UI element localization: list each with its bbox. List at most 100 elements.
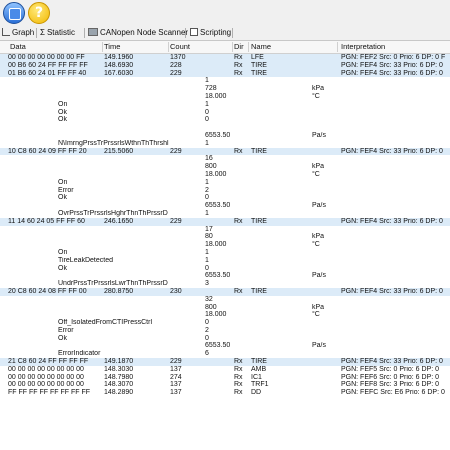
signal-row[interactable]: 6553.50 Pa/s: [0, 272, 450, 280]
data-cell: 00 B6 60 24 FF FF FF FF: [8, 61, 88, 69]
signal-row[interactable]: 6553.50 Pa/s: [0, 342, 450, 350]
signal-row[interactable]: Ok 0: [0, 335, 450, 343]
signal-value: 0: [205, 108, 209, 116]
signal-row[interactable]: 728 kPa: [0, 85, 450, 93]
signal-row[interactable]: N\ImrngPrssTrPrssrlsWthnThThrshl 1: [0, 140, 450, 148]
signal-row[interactable]: On 1: [0, 101, 450, 109]
signal-row[interactable]: 18.000 °C: [0, 311, 450, 319]
message-row[interactable]: 00 00 00 00 00 00 00 00 148.3070 137 Rx TRF1…: [0, 381, 450, 389]
signal-label: N\ImrngPrssTrPrssrlsWthnThThrshl: [58, 139, 169, 147]
signal-label: OvrPrssTrPrssrlsHghrThnThPrssrD: [58, 209, 168, 217]
signal-row[interactable]: Ok 0: [0, 109, 450, 117]
signal-row[interactable]: Off_IsolatedFromCTIPressCtrl 0: [0, 319, 450, 327]
signal-label: Ok: [58, 334, 67, 342]
count-cell: 230: [170, 287, 182, 295]
dir-cell: Rx: [234, 287, 243, 295]
message-list[interactable]: 00 00 00 00 00 00 00 FF 149.1960 1370 Rx LFE…: [0, 54, 450, 397]
sigma-icon: Σ: [40, 28, 45, 37]
data-cell: 00 00 00 00 00 00 00 00: [8, 373, 84, 381]
signal-row[interactable]: ErrorIndicator 6: [0, 350, 450, 358]
message-row[interactable]: 00 B6 60 24 FF FF FF FF 148.6930 228 Rx TIRE…: [0, 61, 450, 70]
signal-unit: Pa/s: [312, 272, 327, 280]
message-row[interactable]: 00 00 00 00 00 00 00 00 148.3030 137 Rx AMB P…: [0, 366, 450, 374]
signal-value: 1: [205, 77, 209, 85]
signal-row[interactable]: 32: [0, 296, 450, 304]
count-cell: 137: [170, 381, 182, 389]
signal-row[interactable]: UndrPrssTrPrssrlsLwrThnThPrssrD 3: [0, 280, 450, 288]
signal-row[interactable]: On 1: [0, 179, 450, 187]
signal-row[interactable]: 16: [0, 155, 450, 163]
signal-row[interactable]: OvrPrssTrPrssrlsHghrThnThPrssrD 1: [0, 210, 450, 218]
signal-value: 17: [205, 225, 213, 233]
signal-row[interactable]: Error 2: [0, 327, 450, 335]
column-count[interactable]: Count: [170, 41, 190, 53]
column-name[interactable]: Name: [251, 41, 271, 53]
signal-row[interactable]: 6553.50 Pa/s: [0, 132, 450, 140]
message-row[interactable]: 10 C8 60 24 09 FF FF 20 215.5060 229 Rx TIRE…: [0, 147, 450, 156]
signal-row[interactable]: 17: [0, 226, 450, 234]
signal-row[interactable]: Ok 0: [0, 194, 450, 202]
signal-row[interactable]: [0, 124, 450, 132]
time-cell: 215.5060: [104, 147, 134, 155]
column-interpretation[interactable]: Interpretation: [341, 41, 385, 53]
time-cell: 148.3070: [104, 381, 134, 389]
signal-row[interactable]: 800 kPa: [0, 304, 450, 312]
graph-icon: [2, 28, 10, 36]
interpretation-cell: PGN: FEF2 Src: 0 Prio: 6 DP: 0 F: [341, 54, 446, 61]
interpretation-cell: PGN: FEFC Src: E6 Prio: 6 DP: 0: [341, 389, 445, 397]
name-cell: IC1: [251, 373, 262, 381]
signal-label: On: [58, 248, 68, 256]
message-row[interactable]: 00 00 00 00 00 00 00 00 148.7980 274 Rx IC1 P…: [0, 374, 450, 382]
count-cell: 229: [170, 217, 182, 225]
tab-scripting[interactable]: Scripting: [190, 27, 231, 39]
signal-row[interactable]: 18.000 °C: [0, 93, 450, 101]
signal-unit: kPa: [312, 163, 325, 171]
message-row[interactable]: FF FF FF FF FF FF FF FF 148.2890 137 Rx DD PG…: [0, 389, 450, 397]
message-row[interactable]: 11 14 60 24 05 FF FF 60 246.1650 229 Rx TIRE…: [0, 217, 450, 226]
signal-row[interactable]: 800 kPa: [0, 163, 450, 171]
signal-row[interactable]: 18.000 °C: [0, 241, 450, 249]
signal-row[interactable]: 1: [0, 77, 450, 85]
data-cell: 00 00 00 00 00 00 00 00: [8, 381, 84, 389]
signal-row[interactable]: Error 2: [0, 187, 450, 195]
column-data[interactable]: Data: [10, 41, 26, 53]
tab-canopen-node-scanner[interactable]: CANopen Node Scanner: [88, 27, 188, 39]
signal-row[interactable]: Ok 0: [0, 116, 450, 124]
signal-row[interactable]: TireLeakDetected 1: [0, 257, 450, 265]
column-time[interactable]: Time: [104, 41, 120, 53]
signal-row[interactable]: 80 kPa: [0, 233, 450, 241]
signal-value: 800: [205, 163, 217, 171]
signal-row[interactable]: Ok 0: [0, 265, 450, 273]
signal-label: TireLeakDetected: [58, 256, 113, 264]
time-cell: 246.1650: [104, 217, 134, 225]
tab-statistic[interactable]: Σ Statistic: [40, 27, 75, 39]
signal-row[interactable]: 6553.50 Pa/s: [0, 202, 450, 210]
message-row[interactable]: 21 C8 60 24 FF FF FF FF 149.1870 229 Rx TIRE…: [0, 358, 450, 366]
signal-row[interactable]: On 1: [0, 249, 450, 257]
time-cell: 149.1960: [104, 54, 134, 61]
signal-label: Error: [58, 186, 74, 194]
signal-value: 6553.50: [205, 202, 231, 210]
window-icon[interactable]: [3, 2, 25, 24]
dir-cell: Rx: [234, 54, 243, 61]
count-cell: 137: [170, 389, 182, 397]
signal-row[interactable]: 18.000 °C: [0, 171, 450, 179]
data-cell: 21 C8 60 24 FF FF FF FF: [8, 358, 89, 366]
column-dir[interactable]: Dir: [234, 41, 244, 53]
interpretation-cell: PGN: FEF4 Src: 33 Prio: 6 DP: 0: [341, 358, 443, 366]
count-cell: 228: [170, 61, 182, 69]
message-row[interactable]: 20 C8 60 24 08 FF FF 00 280.8750 230 Rx TIRE…: [0, 287, 450, 296]
signal-value: 3: [205, 280, 209, 288]
name-cell: DD: [251, 389, 262, 397]
dir-cell: Rx: [234, 61, 243, 69]
signal-value: 1: [205, 256, 209, 264]
signal-value: 2: [205, 326, 209, 334]
message-row[interactable]: 00 00 00 00 00 00 00 FF 149.1960 1370 Rx LFE…: [0, 54, 450, 62]
tab-graph[interactable]: Graph: [2, 27, 34, 39]
help-icon[interactable]: ?: [28, 2, 50, 24]
signal-value: 2: [205, 186, 209, 194]
message-row[interactable]: 01 B6 60 24 01 FF FF 40 167.6030 229 Rx TIRE…: [0, 69, 450, 78]
signal-value: 18.000: [205, 241, 227, 249]
scanner-icon: [88, 28, 98, 36]
interpretation-cell: PGN: FEF4 Src: 33 Prio: 6 DP: 0: [341, 147, 443, 155]
